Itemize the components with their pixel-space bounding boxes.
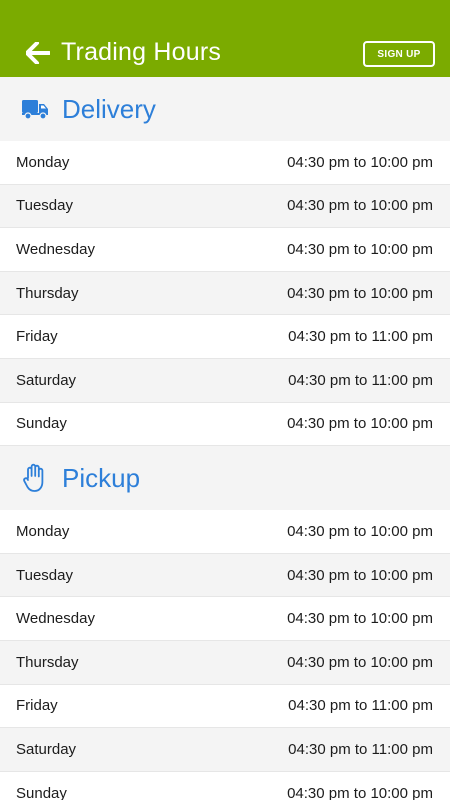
pickup-row-sunday: Sunday 04:30 pm to 10:00 pm xyxy=(0,771,450,800)
hours-value: 04:30 pm to 10:00 pm xyxy=(287,415,433,433)
hours-value: 04:30 pm to 10:00 pm xyxy=(287,653,433,671)
app-bar: Trading Hours SIGN UP xyxy=(0,0,450,77)
back-arrow-icon xyxy=(26,41,50,64)
hours-value: 04:30 pm to 10:00 pm xyxy=(287,240,433,258)
hours-value: 04:30 pm to 10:00 pm xyxy=(287,284,433,302)
delivery-row-saturday: Saturday 04:30 pm to 11:00 pm xyxy=(0,358,450,403)
delivery-row-thursday: Thursday 04:30 pm to 10:00 pm xyxy=(0,271,450,316)
day-label: Thursday xyxy=(16,284,79,302)
pickup-row-saturday: Saturday 04:30 pm to 11:00 pm xyxy=(0,728,450,772)
hours-value: 04:30 pm to 11:00 pm xyxy=(288,328,433,346)
pickup-row-wednesday: Wednesday 04:30 pm to 10:00 pm xyxy=(0,597,450,641)
hours-value: 04:30 pm to 10:00 pm xyxy=(287,784,433,800)
pickup-row-thursday: Thursday 04:30 pm to 10:00 pm xyxy=(0,640,450,685)
hours-value: 04:30 pm to 10:00 pm xyxy=(287,153,433,171)
pickup-section-header: Pickup xyxy=(0,446,450,511)
day-label: Sunday xyxy=(16,415,67,433)
day-label: Friday xyxy=(16,328,58,346)
hours-value: 04:30 pm to 10:00 pm xyxy=(287,197,433,215)
delivery-section-header: Delivery xyxy=(0,77,450,141)
hand-icon xyxy=(21,463,49,493)
day-label: Thursday xyxy=(16,653,79,671)
delivery-title: Delivery xyxy=(62,93,156,124)
day-label: Monday xyxy=(16,153,70,171)
delivery-row-sunday: Sunday 04:30 pm to 10:00 pm xyxy=(0,402,450,447)
day-label: Wednesday xyxy=(16,610,95,628)
day-label: Friday xyxy=(16,697,58,715)
day-label: Tuesday xyxy=(16,566,73,584)
pickup-row-friday: Friday 04:30 pm to 11:00 pm xyxy=(0,684,450,729)
delivery-row-monday: Monday 04:30 pm to 10:00 pm xyxy=(0,141,450,185)
delivery-row-friday: Friday 04:30 pm to 11:00 pm xyxy=(0,315,450,359)
day-label: Monday xyxy=(16,522,70,540)
hours-value: 04:30 pm to 10:00 pm xyxy=(287,522,433,540)
day-label: Wednesday xyxy=(16,240,95,258)
delivery-row-tuesday: Tuesday 04:30 pm to 10:00 pm xyxy=(0,184,450,229)
day-label: Saturday xyxy=(16,740,77,758)
pickup-list: Monday 04:30 pm to 10:00 pm Tuesday 04:3… xyxy=(0,510,450,800)
delivery-list: Monday 04:30 pm to 10:00 pm Tuesday 04:3… xyxy=(0,141,450,447)
page-title: Trading Hours xyxy=(61,38,222,66)
day-label: Saturday xyxy=(16,371,77,389)
back-button[interactable] xyxy=(25,40,51,66)
pickup-row-monday: Monday 04:30 pm to 10:00 pm xyxy=(0,510,450,554)
hours-value: 04:30 pm to 11:00 pm xyxy=(288,740,433,758)
pickup-row-tuesday: Tuesday 04:30 pm to 10:00 pm xyxy=(0,553,450,598)
hours-value: 04:30 pm to 10:00 pm xyxy=(287,610,433,628)
truck-icon xyxy=(21,95,49,123)
day-label: Tuesday xyxy=(16,197,73,215)
hours-value: 04:30 pm to 10:00 pm xyxy=(287,566,433,584)
pickup-title: Pickup xyxy=(62,462,141,493)
hours-value: 04:30 pm to 11:00 pm xyxy=(288,371,433,389)
sign-up-button[interactable]: SIGN UP xyxy=(363,41,435,67)
content: Delivery Monday 04:30 pm to 10:00 pm Tue… xyxy=(0,77,450,800)
day-label: Sunday xyxy=(16,784,67,800)
delivery-row-wednesday: Wednesday 04:30 pm to 10:00 pm xyxy=(0,228,450,272)
hours-value: 04:30 pm to 11:00 pm xyxy=(288,697,433,715)
